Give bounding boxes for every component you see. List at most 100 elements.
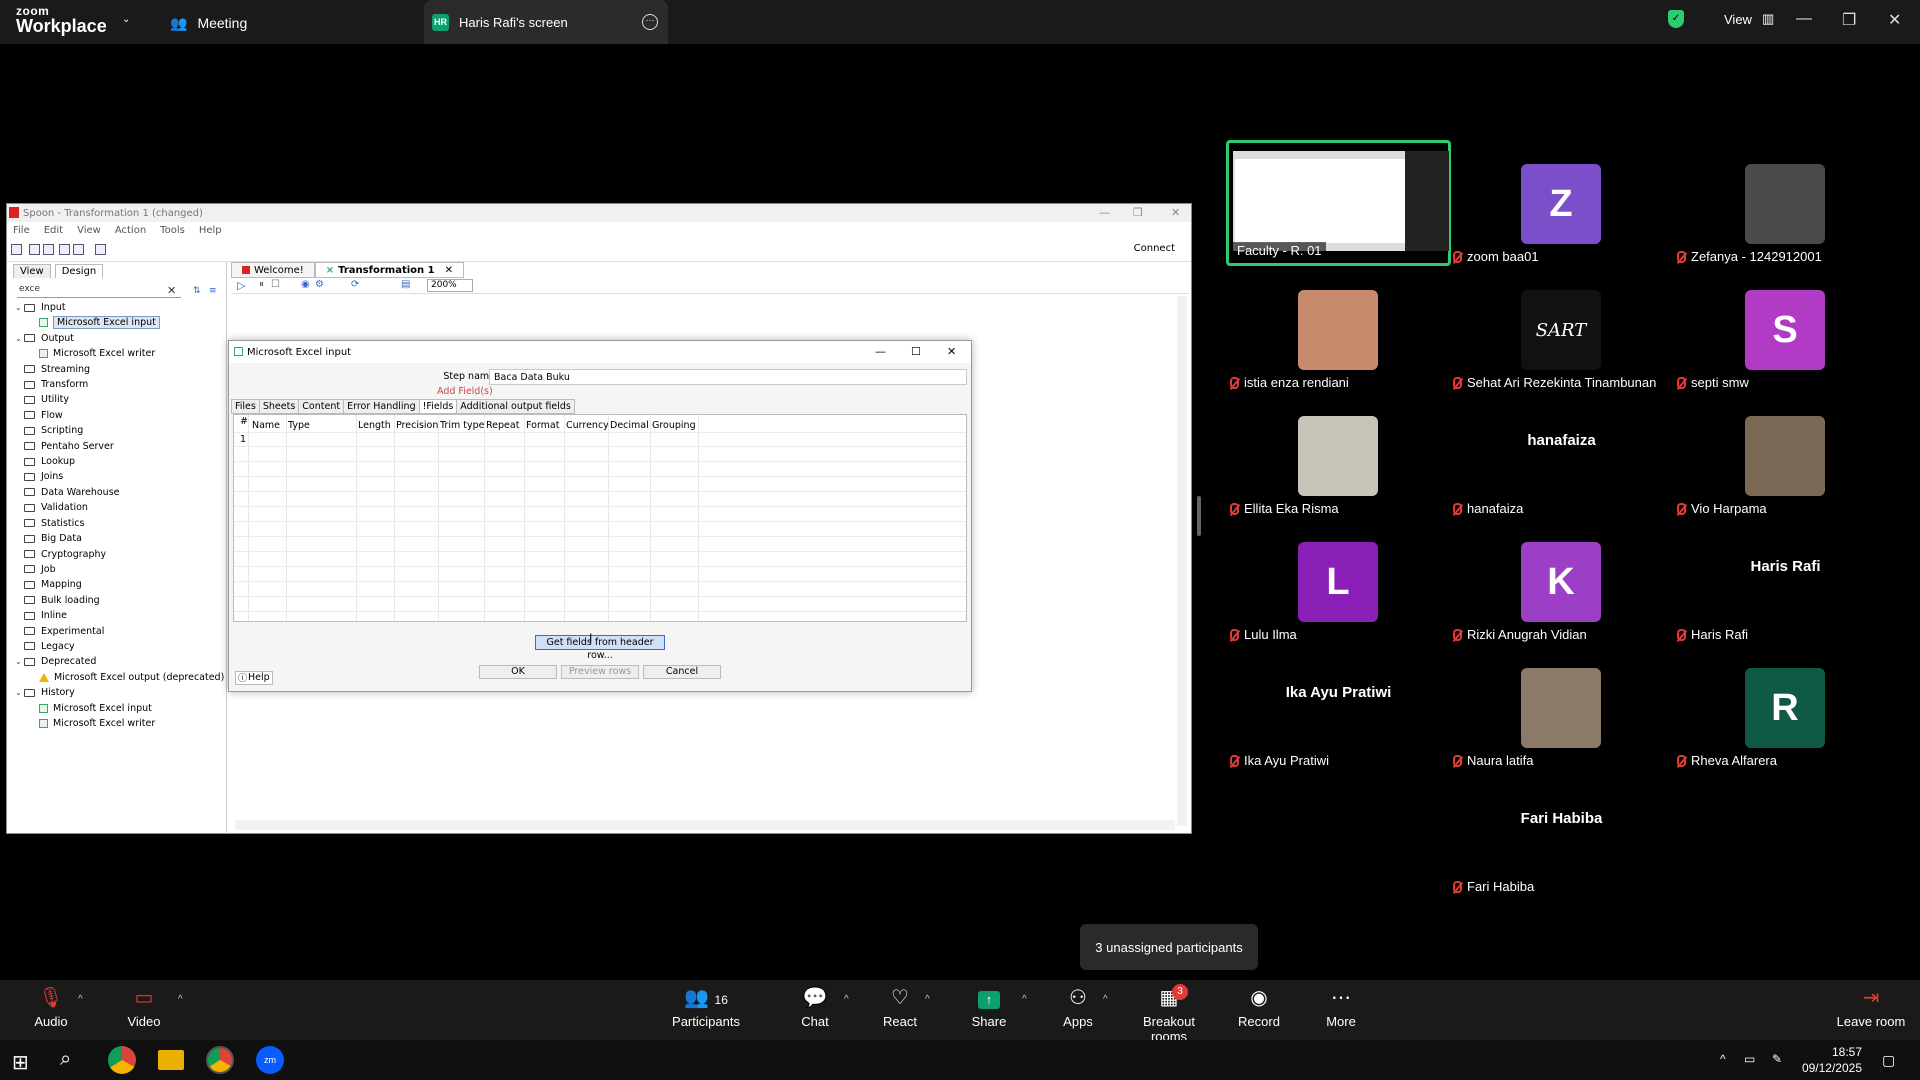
audio-options-chevron-icon[interactable]: ^ bbox=[78, 994, 83, 1005]
view-button[interactable]: ✓ View ▥ bbox=[1668, 10, 1774, 28]
ok-button[interactable]: OK bbox=[479, 665, 557, 679]
tree-folder[interactable]: ⌄ Input bbox=[15, 300, 225, 315]
tree-folder[interactable]: Cryptography bbox=[15, 547, 225, 562]
pause-icon[interactable]: ⏸ bbox=[259, 279, 264, 290]
column-header[interactable]: Repeat bbox=[486, 420, 519, 431]
expanded-chevron-icon[interactable]: ⌄ bbox=[15, 654, 24, 669]
expanded-chevron-icon[interactable]: ⌄ bbox=[15, 331, 24, 346]
menu-tools[interactable]: Tools bbox=[160, 225, 185, 236]
table-row[interactable] bbox=[234, 463, 966, 477]
help-button[interactable]: ⓘ Help bbox=[235, 671, 273, 685]
table-row[interactable] bbox=[234, 598, 966, 612]
expanded-chevron-icon[interactable]: ⌄ bbox=[15, 300, 24, 315]
tree-folder[interactable]: Streaming bbox=[15, 362, 225, 377]
breakout-rooms-button[interactable]: ▦ 3 Breakout rooms bbox=[1124, 984, 1214, 1044]
column-header[interactable]: Precision bbox=[396, 420, 438, 431]
get-fields-button[interactable]: Get fields from header row... bbox=[535, 635, 665, 661]
file-explorer-icon[interactable] bbox=[158, 1050, 184, 1070]
column-header[interactable]: Format bbox=[526, 420, 559, 431]
chrome-active-icon[interactable] bbox=[206, 1046, 234, 1074]
open-file-icon[interactable] bbox=[29, 244, 40, 255]
apps-options-chevron-icon[interactable]: ^ bbox=[1103, 994, 1108, 1005]
tree-folder[interactable]: ⌄ History bbox=[15, 685, 225, 700]
save-icon[interactable] bbox=[59, 244, 70, 255]
table-row[interactable] bbox=[234, 583, 966, 597]
tab-content[interactable]: Content bbox=[298, 399, 345, 414]
dialog-close-icon[interactable]: ✕ bbox=[947, 345, 956, 358]
add-fields-link[interactable]: Add Field(s) bbox=[437, 386, 493, 397]
tree-step[interactable]: Microsoft Excel writer bbox=[15, 346, 225, 361]
tree-step[interactable]: Microsoft Excel input bbox=[15, 701, 225, 716]
more-button[interactable]: ⋯ More bbox=[1296, 986, 1386, 1029]
connect-button[interactable]: Connect bbox=[1134, 243, 1175, 254]
run-icon[interactable]: ▷ bbox=[237, 279, 245, 292]
menu-help[interactable]: Help bbox=[199, 225, 222, 236]
video-button[interactable]: ▭ Video bbox=[99, 986, 189, 1029]
participant-tile[interactable]: istia enza rendiani bbox=[1226, 266, 1451, 392]
table-row[interactable] bbox=[234, 523, 966, 537]
zoom-app-icon[interactable]: zm bbox=[256, 1046, 284, 1074]
align-icon[interactable]: ▤ bbox=[401, 279, 410, 290]
close-window-icon[interactable]: ✕ bbox=[1888, 10, 1901, 30]
column-header[interactable]: Name bbox=[252, 420, 280, 431]
share-options-chevron-icon[interactable]: ^ bbox=[1022, 994, 1027, 1005]
column-header[interactable]: Type bbox=[288, 420, 310, 431]
audio-button[interactable]: 🎙 Audio bbox=[6, 986, 96, 1029]
shared-screen-tab[interactable]: HR Haris Rafi's screen ··· bbox=[424, 0, 668, 44]
column-header[interactable]: Trim type bbox=[440, 420, 484, 431]
taskbar-clock[interactable]: 18:57 09/12/2025 bbox=[1802, 1044, 1862, 1076]
table-row[interactable] bbox=[234, 553, 966, 567]
participant-tile[interactable]: Ssepti smw bbox=[1673, 266, 1898, 392]
menu-action[interactable]: Action bbox=[115, 225, 146, 236]
chrome-icon[interactable] bbox=[108, 1046, 136, 1074]
cancel-button[interactable]: Cancel bbox=[643, 665, 721, 679]
participant-tile[interactable]: hanafaiza hanafaiza bbox=[1449, 392, 1674, 518]
tray-chevron-icon[interactable]: ^ bbox=[1720, 1052, 1726, 1066]
restore-window-icon[interactable]: ❐ bbox=[1842, 10, 1856, 30]
participant-tile[interactable]: R Rheva Alfarera bbox=[1673, 644, 1898, 770]
dialog-minimize-icon[interactable]: — bbox=[875, 345, 886, 358]
logo-chevron-icon[interactable]: ⌄ bbox=[122, 14, 130, 25]
participant-tile[interactable]: K Rizki Anugrah Vidian bbox=[1449, 518, 1674, 644]
tree-folder[interactable]: Transform bbox=[15, 377, 225, 392]
minimize-window-icon[interactable]: — bbox=[1796, 10, 1812, 28]
tree-folder[interactable]: Lookup bbox=[15, 454, 225, 469]
tree-step[interactable]: Microsoft Excel writer bbox=[15, 716, 225, 731]
meeting-menu[interactable]: 👥 Meeting bbox=[170, 11, 247, 35]
more-circle-icon[interactable]: ··· bbox=[642, 14, 658, 30]
leave-room-button[interactable]: ⇥ Leave room bbox=[1826, 986, 1916, 1029]
participant-tile[interactable]: Vio Harpama bbox=[1673, 392, 1898, 518]
column-header[interactable]: # bbox=[240, 416, 248, 427]
tree-step[interactable]: Microsoft Excel input bbox=[15, 315, 225, 330]
participant-tile[interactable]: Haris Rafi Haris Rafi bbox=[1673, 518, 1898, 644]
table-row[interactable]: 1 bbox=[234, 433, 966, 447]
tab-transformation-1[interactable]: ⨯ Transformation 1 ✕ bbox=[314, 262, 464, 278]
replay-icon[interactable]: ⟳ bbox=[351, 279, 359, 290]
chat-button[interactable]: 💬 Chat bbox=[770, 986, 860, 1029]
participant-tile[interactable]: Fari Habiba Fari Habiba bbox=[1449, 770, 1674, 896]
tree-folder[interactable]: Validation bbox=[15, 500, 225, 515]
column-header[interactable]: Currency bbox=[566, 420, 609, 431]
tree-folder[interactable]: Job bbox=[15, 562, 225, 577]
react-button[interactable]: ♡ React bbox=[855, 986, 945, 1029]
save-as-icon[interactable] bbox=[73, 244, 84, 255]
participant-tile[interactable]: Naura latifa bbox=[1449, 644, 1674, 770]
tree-folder[interactable]: Big Data bbox=[15, 531, 225, 546]
stop-icon[interactable]: ☐ bbox=[271, 279, 280, 290]
participant-tile[interactable]: Ellita Eka Risma bbox=[1226, 392, 1451, 518]
apps-button[interactable]: ⚇ Apps bbox=[1033, 986, 1123, 1029]
spoon-close-icon[interactable]: ✕ bbox=[1171, 206, 1180, 219]
search-icon[interactable]: ⌕ bbox=[60, 1048, 71, 1071]
tab-error-handling[interactable]: Error Handling bbox=[343, 399, 420, 414]
video-options-chevron-icon[interactable]: ^ bbox=[178, 994, 183, 1005]
explore-icon[interactable] bbox=[43, 244, 54, 255]
tree-step[interactable]: Microsoft Excel output (deprecated) bbox=[15, 670, 225, 685]
table-row[interactable] bbox=[234, 568, 966, 582]
tab-fields[interactable]: !Fields bbox=[418, 399, 458, 414]
tree-folder[interactable]: Bulk loading bbox=[15, 593, 225, 608]
tree-folder[interactable]: ⌄ Deprecated bbox=[15, 654, 225, 669]
menu-view[interactable]: View bbox=[77, 225, 101, 236]
canvas-vertical-scrollbar[interactable] bbox=[1177, 296, 1187, 826]
tab-design[interactable]: Design bbox=[54, 264, 104, 278]
clear-search-icon[interactable]: ✕ bbox=[167, 284, 176, 297]
